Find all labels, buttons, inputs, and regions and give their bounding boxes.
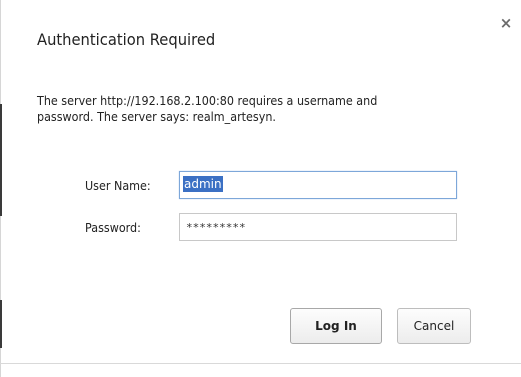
dialog-message: The server http://192.168.2.100:80 requi…	[37, 93, 497, 125]
dialog-title: Authentication Required	[37, 30, 216, 49]
window-bottom-edge	[0, 363, 521, 364]
message-line-2: password. The server says: realm_artesyn…	[37, 110, 276, 124]
password-label: Password:	[85, 221, 141, 235]
login-button[interactable]: Log In	[290, 308, 382, 344]
window-edge-dark	[0, 104, 2, 216]
auth-dialog: Authentication Required × The server htt…	[0, 0, 521, 377]
window-edge-dark-lower	[0, 300, 2, 348]
cancel-button[interactable]: Cancel	[397, 308, 471, 344]
username-field[interactable]	[179, 171, 457, 199]
close-icon[interactable]: ×	[497, 14, 515, 32]
password-field[interactable]	[179, 213, 457, 241]
username-label: User Name:	[85, 179, 151, 193]
message-line-1: The server http://192.168.2.100:80 requi…	[37, 94, 378, 108]
